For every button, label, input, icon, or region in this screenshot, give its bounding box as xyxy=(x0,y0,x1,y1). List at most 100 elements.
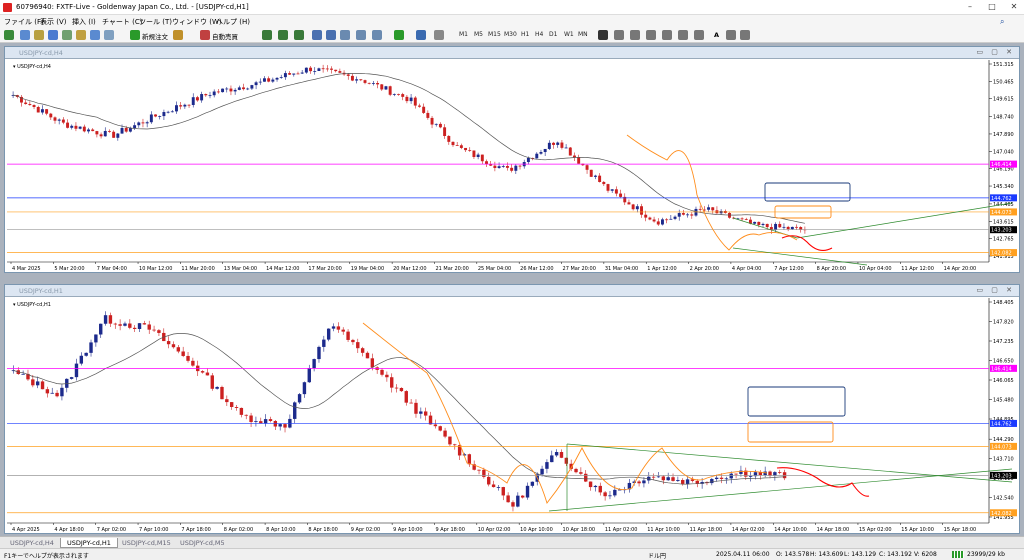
zoom-out-icon[interactable] xyxy=(326,30,336,40)
timeframe-m30[interactable]: M30 xyxy=(504,31,517,38)
chart-window-h1[interactable]: USDJPY-cd,H1 ▭ ▢ ✕ ▾ USDJPY-cd,H1 148.405… xyxy=(4,284,1020,534)
annotation-rectangle xyxy=(747,421,834,443)
chart-window-buttons[interactable]: ▭ ▢ ✕ xyxy=(976,48,1015,56)
price-chart-h1[interactable]: ▾ USDJPY-cd,H1 148.405 147.820 147.235 146.6… xyxy=(7,298,1019,533)
menu-file[interactable]: ファイル (F) xyxy=(4,17,44,27)
candle-body xyxy=(401,94,405,97)
line-chart-icon[interactable] xyxy=(294,30,304,40)
candle-body xyxy=(24,102,28,105)
equidistant-channel-icon[interactable] xyxy=(678,30,688,40)
trendline-icon[interactable] xyxy=(662,30,672,40)
tab-usdjpy-h1[interactable]: USDJPY-cd,H1 xyxy=(60,538,118,548)
candle-body xyxy=(539,152,543,154)
time-tick-label: 17 Mar 20:00 xyxy=(308,266,341,272)
timeframe-m1[interactable]: M1 xyxy=(459,31,468,38)
zoom-in-icon[interactable] xyxy=(312,30,322,40)
profiles-icon[interactable] xyxy=(20,30,30,40)
candle-body xyxy=(593,485,598,488)
chart-window-h4[interactable]: USDJPY-cd,H4 ▭ ▢ ✕ ▾ USDJPY-cd,H4 151.315… xyxy=(4,46,1020,273)
candlestick-icon[interactable] xyxy=(278,30,288,40)
folder-icon[interactable] xyxy=(34,30,44,40)
tab-usdjpy-h4[interactable]: USDJPY-cd,H4 xyxy=(4,538,60,548)
candle-body xyxy=(376,83,380,85)
crosshair-icon[interactable] xyxy=(614,30,624,40)
menu-view[interactable]: 表示 (V) xyxy=(40,17,66,27)
candle-body xyxy=(719,477,724,479)
timeframe-m15[interactable]: M15 xyxy=(488,31,501,38)
arrows-icon[interactable] xyxy=(740,30,750,40)
candle-body xyxy=(21,373,25,375)
timeframe-w1[interactable]: W1 xyxy=(564,31,574,38)
terminal-icon[interactable] xyxy=(90,30,100,40)
autoscroll-icon[interactable] xyxy=(356,30,366,40)
timeframe-h1[interactable]: H1 xyxy=(521,31,529,38)
candle-body xyxy=(584,473,588,482)
timeframe-mn[interactable]: MN xyxy=(578,31,588,38)
maximize-button[interactable]: □ xyxy=(985,2,999,12)
candle-body xyxy=(380,84,384,90)
tile-windows-icon[interactable] xyxy=(340,30,350,40)
periods-icon[interactable] xyxy=(416,30,426,40)
price-chart-h4[interactable]: ▾ USDJPY-cd,H4 151.315 150.465 149.615 148.7… xyxy=(7,60,1019,272)
text-tool-icon[interactable]: A xyxy=(714,31,719,39)
market-watch-icon[interactable] xyxy=(48,30,58,40)
price-tick-label: 151.315 xyxy=(993,62,1014,68)
bar-chart-icon[interactable] xyxy=(262,30,272,40)
fibonacci-icon[interactable] xyxy=(694,30,704,40)
vertical-line-icon[interactable] xyxy=(630,30,640,40)
candle-body xyxy=(175,105,178,112)
new-chart-icon[interactable] xyxy=(4,30,14,40)
candle-body xyxy=(170,111,174,113)
time-tick-label: 14 Mar 12:00 xyxy=(266,266,299,272)
candle-body xyxy=(543,148,547,153)
cursor-icon[interactable] xyxy=(598,30,608,40)
tester-icon[interactable] xyxy=(104,30,114,40)
candle-body xyxy=(35,381,40,386)
chart-area-h1[interactable]: ▾ USDJPY-cd,H1 148.405 147.820 147.235 146.6… xyxy=(7,298,1019,533)
auto-trade-icon[interactable] xyxy=(200,30,210,40)
auto-trade-button[interactable]: 自動売買 xyxy=(212,31,238,41)
candle-body xyxy=(304,67,308,73)
search-icon[interactable]: ⌕ xyxy=(1000,17,1004,27)
candle-body xyxy=(423,411,428,416)
navigator-icon[interactable] xyxy=(76,30,86,40)
menu-insert[interactable]: 挿入 (I) xyxy=(72,17,96,27)
close-button[interactable]: ✕ xyxy=(1007,2,1021,12)
candle-body xyxy=(181,351,185,356)
candle-body xyxy=(367,82,371,84)
candle-body xyxy=(28,104,32,106)
chart-shift-icon[interactable] xyxy=(372,30,382,40)
tab-usdjpy-m15[interactable]: USDJPY-cd,M15 xyxy=(116,538,177,548)
chart-area-h4[interactable]: ▾ USDJPY-cd,H4 151.315 150.465 149.615 148.7… xyxy=(7,60,1019,272)
candle-body xyxy=(765,223,769,228)
candle-body xyxy=(31,379,35,386)
tab-usdjpy-m5[interactable]: USDJPY-cd,M5 xyxy=(174,538,231,548)
candle-body xyxy=(433,424,438,427)
metaeditor-icon[interactable] xyxy=(173,30,183,40)
moving-average-line xyxy=(13,73,805,224)
candle-body xyxy=(302,382,307,395)
new-order-icon[interactable] xyxy=(130,30,140,40)
candle-body xyxy=(661,476,666,481)
chart-tabs: USDJPY-cd,H4 USDJPY-cd,H1 USDJPY-cd,M15 … xyxy=(0,536,1024,548)
time-tick-label: 10 Apr 02:00 xyxy=(478,527,511,533)
candle-body xyxy=(307,368,311,383)
new-order-button[interactable]: 新規注文 xyxy=(142,31,168,41)
minimize-button[interactable]: – xyxy=(963,2,977,12)
candle-body xyxy=(448,436,452,445)
menu-help[interactable]: ヘルプ (H) xyxy=(216,17,250,27)
menu-tools[interactable]: ツール (T) xyxy=(139,17,172,27)
menu-window[interactable]: ウィンドウ (W) xyxy=(172,17,222,27)
menu-chart[interactable]: チャート (C) xyxy=(102,17,143,27)
candle-body xyxy=(183,104,187,107)
templates-icon[interactable] xyxy=(434,30,444,40)
candle-body xyxy=(619,193,623,197)
timeframe-d1[interactable]: D1 xyxy=(549,31,557,38)
timeframe-h4[interactable]: H4 xyxy=(535,31,543,38)
text-label-icon[interactable] xyxy=(726,30,736,40)
indicators-icon[interactable] xyxy=(394,30,404,40)
chart-window-buttons[interactable]: ▭ ▢ ✕ xyxy=(976,286,1015,294)
data-window-icon[interactable] xyxy=(62,30,72,40)
timeframe-m5[interactable]: M5 xyxy=(474,31,483,38)
horizontal-line-icon[interactable] xyxy=(646,30,656,40)
